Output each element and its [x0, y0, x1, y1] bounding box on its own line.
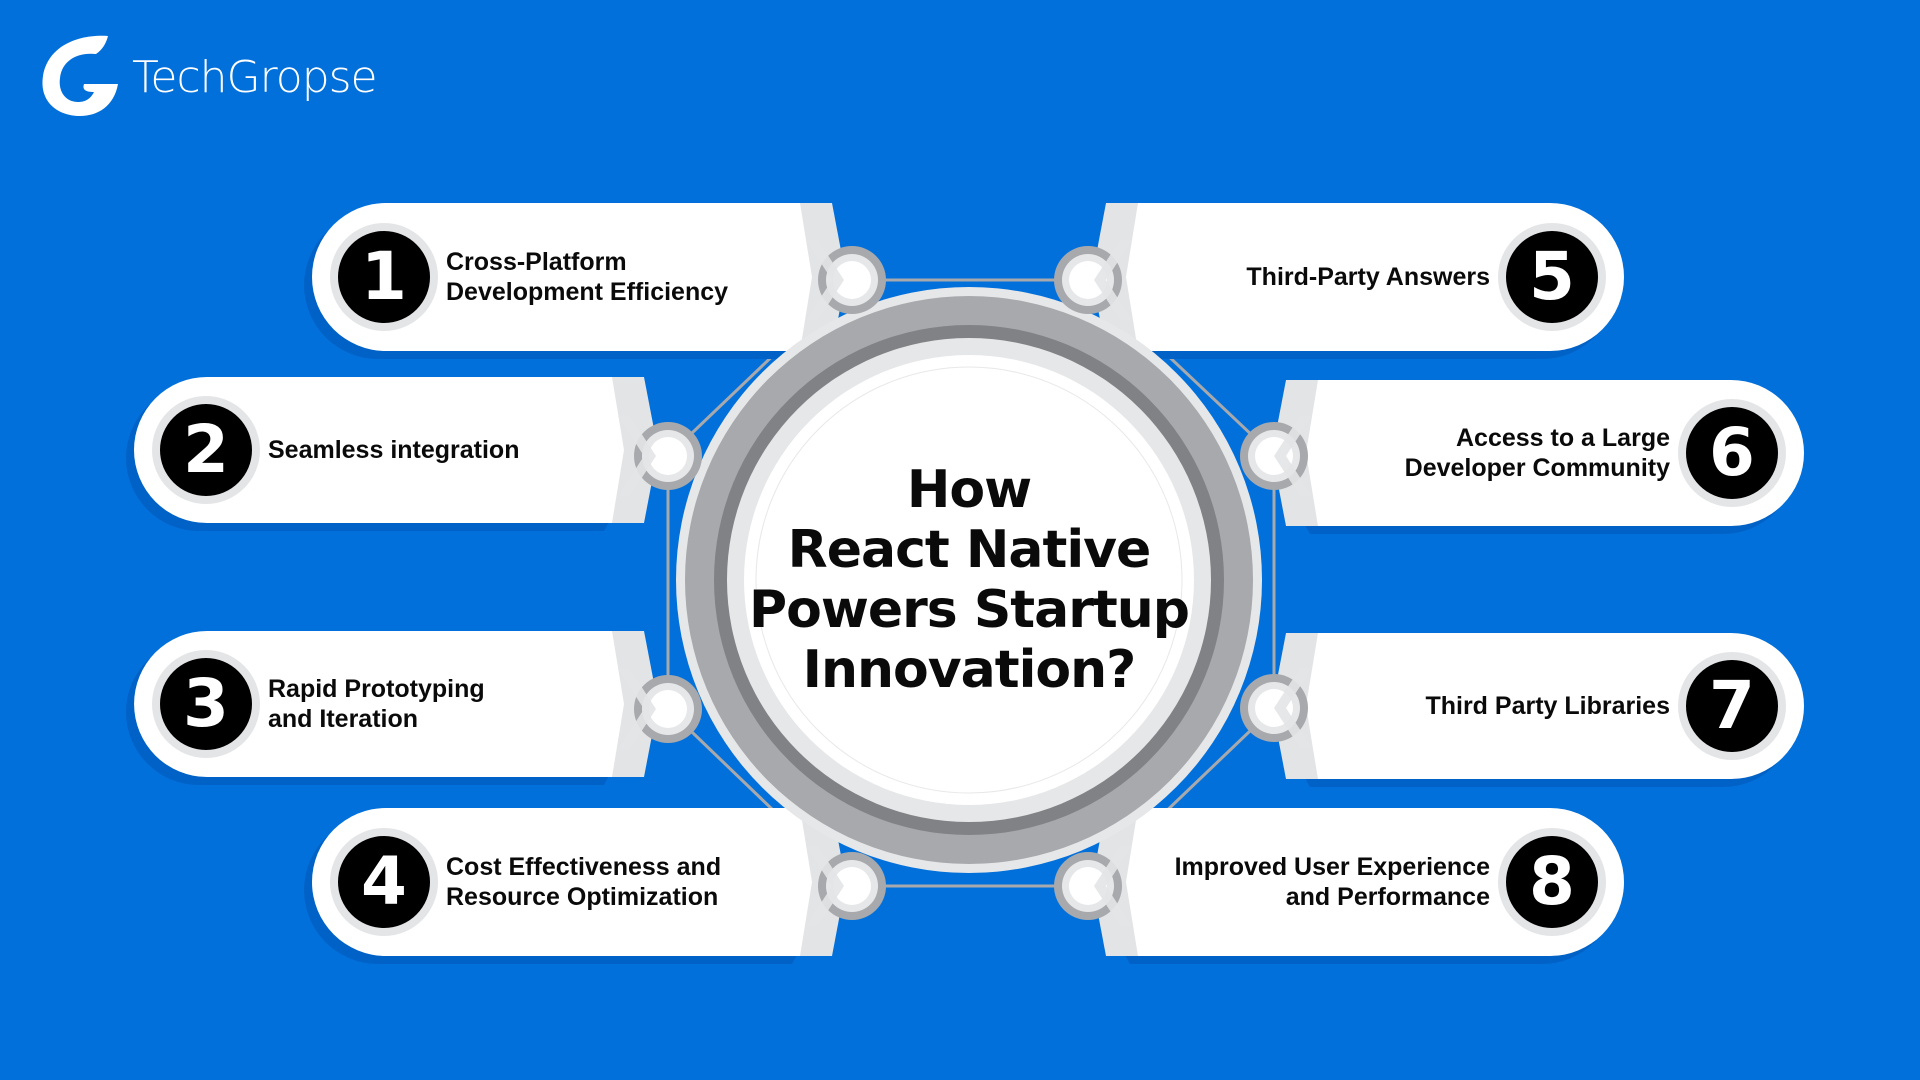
- g-letter-logo-icon: [42, 35, 118, 116]
- brand-name: TechGropse: [132, 51, 378, 103]
- item-label-4: Cost Effectiveness and Resource Optimiza…: [446, 853, 722, 911]
- connector-node-4: [806, 846, 886, 926]
- item-label-5: Third-Party Answers: [1246, 263, 1490, 291]
- number-badge-7: 7: [1709, 667, 1755, 744]
- item-label-7: Third Party Libraries: [1425, 692, 1670, 720]
- number-badge-3: 3: [183, 665, 229, 742]
- number-badge-5: 5: [1529, 238, 1575, 315]
- infographic: TechGropse How React Native Powers Start…: [0, 0, 1920, 1080]
- number-badge-1: 1: [361, 238, 407, 315]
- item-label-3: Rapid Prototyping and Iteration: [268, 675, 485, 733]
- item-label-8: Improved User Experience and Performance: [1174, 853, 1490, 911]
- brand-logo: TechGropse: [38, 32, 378, 118]
- center-title: How React Native Powers Startup Innovati…: [749, 460, 1190, 700]
- number-badge-4: 4: [361, 843, 407, 920]
- item-label-6: Access to a Large Developer Community: [1404, 424, 1670, 482]
- number-badge-8: 8: [1529, 843, 1575, 920]
- number-badge-6: 6: [1709, 414, 1755, 491]
- item-label-2: Seamless integration: [268, 436, 520, 464]
- item-label-1: Cross-Platform Development Efficiency: [446, 248, 729, 306]
- number-badge-2: 2: [183, 411, 229, 488]
